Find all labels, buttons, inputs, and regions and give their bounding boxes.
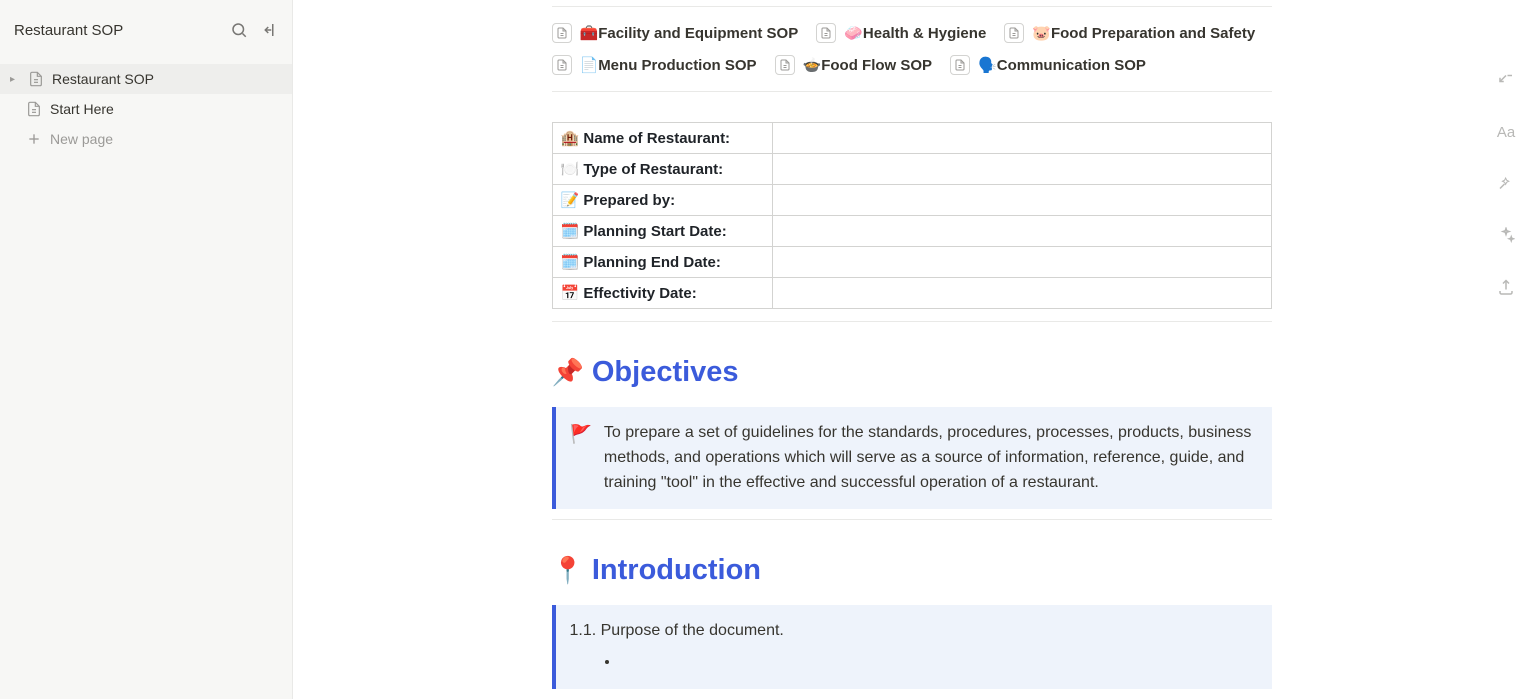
pushpin-icon: 📌 <box>552 357 584 388</box>
objectives-callout[interactable]: 🚩 To prepare a set of guidelines for the… <box>552 407 1272 509</box>
divider <box>552 91 1272 92</box>
subpage-link-menu[interactable]: 📄Menu Production SOP <box>552 55 757 75</box>
new-page-button[interactable]: New page <box>0 124 292 154</box>
subpage-link-communication[interactable]: 🗣️Communication SOP <box>950 55 1146 75</box>
table-cell-value[interactable] <box>772 154 1271 185</box>
sidebar-item-restaurant-sop[interactable]: ▸ Restaurant SOP <box>0 64 292 94</box>
chip-label: 📄Menu Production SOP <box>580 56 757 74</box>
table-row: 📝 Prepared by: <box>552 185 1271 216</box>
chip-label: 🍲Food Flow SOP <box>803 56 933 74</box>
caret-icon[interactable]: ▸ <box>10 74 24 85</box>
page-icon <box>24 101 44 117</box>
introduction-callout[interactable]: 1.1. Purpose of the document. <box>552 605 1272 689</box>
page-icon <box>552 55 572 75</box>
chip-label: 🧼Health & Hygiene <box>844 24 986 42</box>
typography-button[interactable]: Aa <box>1492 118 1520 146</box>
round-pushpin-icon: 📍 <box>552 555 584 586</box>
plus-icon <box>24 131 44 147</box>
chip-label: 🐷Food Preparation and Safety <box>1032 24 1255 42</box>
sidebar-item-start-here[interactable]: Start Here <box>0 94 292 124</box>
sidebar-item-label: Start Here <box>50 101 114 117</box>
subpage-link-food-flow[interactable]: 🍲Food Flow SOP <box>775 55 933 75</box>
subpage-links-row: 🧰Facility and Equipment SOP 🧼Health & Hy… <box>552 13 1272 85</box>
subpage-link-facility[interactable]: 🧰Facility and Equipment SOP <box>552 23 799 43</box>
table-row: 🏨 Name of Restaurant: <box>552 123 1271 154</box>
collapse-sidebar-icon[interactable] <box>258 19 280 41</box>
page-icon <box>26 71 46 87</box>
table-cell-value[interactable] <box>772 247 1271 278</box>
right-rail: Aa <box>1482 0 1530 699</box>
workspace-name[interactable]: Restaurant SOP <box>12 22 228 39</box>
ai-sparkle-icon[interactable] <box>1492 170 1520 198</box>
info-table[interactable]: 🏨 Name of Restaurant: 🍽️ Type of Restaur… <box>552 122 1272 309</box>
callout-body: To prepare a set of guidelines for the s… <box>604 421 1254 495</box>
table-row: 📅 Effectivity Date: <box>552 278 1271 309</box>
sidebar-item-label: Restaurant SOP <box>52 71 154 87</box>
intro-item-1: 1.1. Purpose of the document. <box>570 619 1254 644</box>
table-row: 🗓️ Planning Start Date: <box>552 216 1271 247</box>
new-page-label: New page <box>50 131 113 147</box>
sidebar: Restaurant SOP ▸ Restaurant SOP Start He… <box>0 0 293 699</box>
share-icon[interactable] <box>1492 274 1520 302</box>
divider <box>552 321 1272 322</box>
main-content: 🧰Facility and Equipment SOP 🧼Health & Hy… <box>293 0 1530 699</box>
sidebar-header: Restaurant SOP <box>0 0 292 60</box>
page-icon <box>775 55 795 75</box>
chip-label: 🧰Facility and Equipment SOP <box>580 24 799 42</box>
subpage-link-food-prep[interactable]: 🐷Food Preparation and Safety <box>1004 23 1255 43</box>
introduction-heading[interactable]: 📍 Introduction <box>552 554 1272 587</box>
table-cell-value[interactable] <box>772 216 1271 247</box>
page-icon <box>552 23 572 43</box>
chip-label: 🗣️Communication SOP <box>978 56 1146 74</box>
divider <box>552 519 1272 520</box>
subpage-link-health[interactable]: 🧼Health & Hygiene <box>816 23 986 43</box>
expand-icon[interactable] <box>1492 66 1520 94</box>
table-cell-value[interactable] <box>772 278 1271 309</box>
table-row: 🍽️ Type of Restaurant: <box>552 154 1271 185</box>
flag-icon: 🚩 <box>570 421 592 495</box>
page-icon <box>816 23 836 43</box>
objectives-heading[interactable]: 📌 Objectives <box>552 356 1272 389</box>
page-icon <box>950 55 970 75</box>
table-cell-value[interactable] <box>772 185 1271 216</box>
table-row: 🗓️ Planning End Date: <box>552 247 1271 278</box>
divider <box>552 6 1272 7</box>
table-cell-value[interactable] <box>772 123 1271 154</box>
search-icon[interactable] <box>228 19 250 41</box>
list-item[interactable] <box>620 650 1254 675</box>
sidebar-nav: ▸ Restaurant SOP Start Here New page <box>0 60 292 699</box>
page-icon <box>1004 23 1024 43</box>
settings-sparkle-icon[interactable] <box>1492 222 1520 250</box>
